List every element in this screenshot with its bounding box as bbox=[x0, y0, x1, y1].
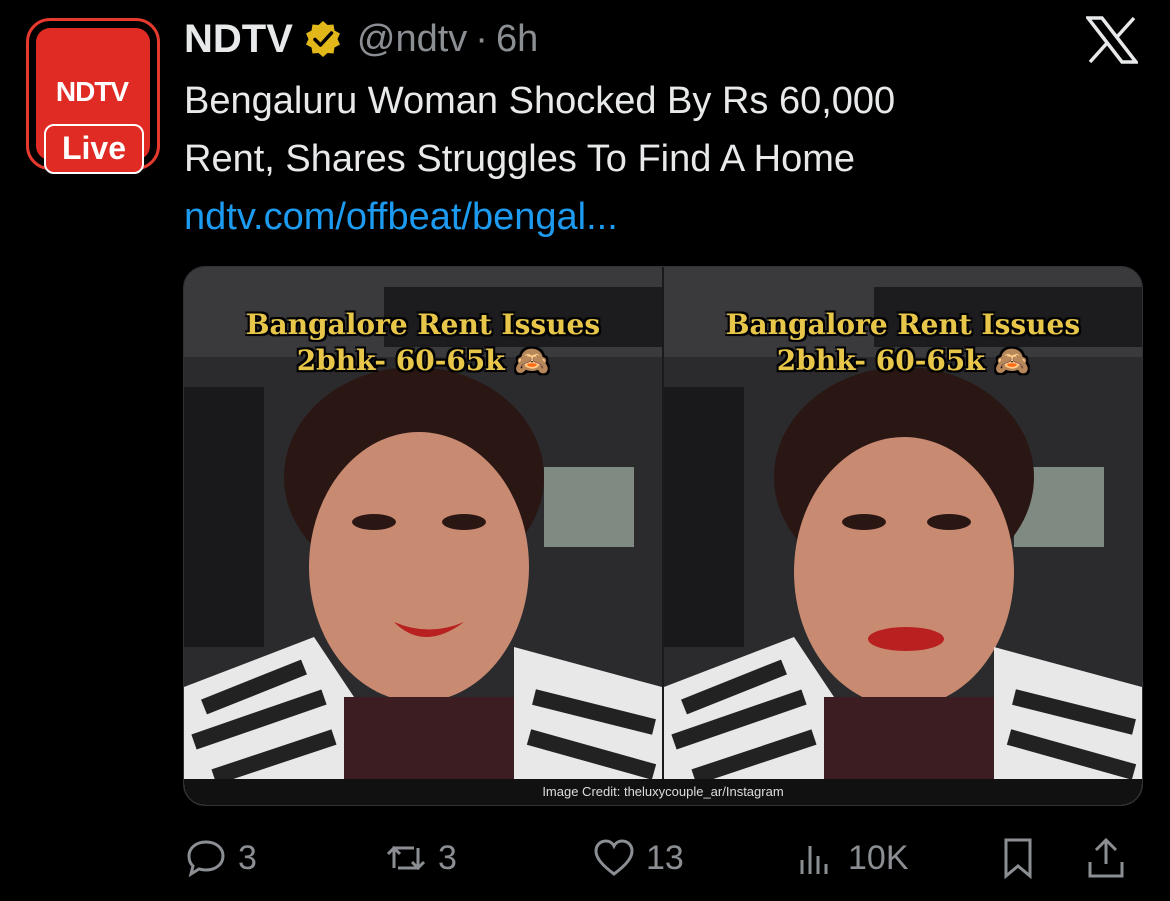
caption-right-line-2: 2bhk- 60-65k 🙈 bbox=[776, 344, 1030, 377]
tweet-text-line-2: Rent, Shares Struggles To Find A Home bbox=[184, 138, 855, 180]
tweet-time[interactable]: 6h bbox=[496, 18, 538, 61]
views-button[interactable]: 10K bbox=[794, 832, 909, 884]
caption-left-line-1: Bangalore Rent Issues bbox=[245, 308, 601, 341]
tweet-link[interactable]: ndtv.com/offbeat/bengal... bbox=[184, 188, 1084, 246]
caption-right-line-1: Bangalore Rent Issues bbox=[725, 308, 1081, 341]
bookmark-icon bbox=[1004, 838, 1032, 880]
reply-count: 3 bbox=[238, 838, 257, 877]
views-icon bbox=[800, 846, 828, 874]
verified-badge-icon bbox=[305, 21, 340, 57]
repost-count: 3 bbox=[438, 838, 457, 877]
image-credit: Image Credit: theluxycouple_ar/Instagram bbox=[184, 779, 1142, 805]
media-panel-left: Bangalore Rent Issues 2bhk- 60-65k 🙈 bbox=[184, 267, 662, 805]
repost-icon bbox=[386, 845, 426, 871]
tweet-text: Bengaluru Woman Shocked By Rs 60,000 Ren… bbox=[184, 72, 1084, 246]
avatar-live-badge: Live bbox=[44, 124, 144, 174]
tweet-header: NDTV @ndtv · 6h bbox=[184, 14, 538, 64]
action-bar: 3 3 13 10K bbox=[184, 832, 1144, 884]
tweet-media[interactable]: Bangalore Rent Issues 2bhk- 60-65k 🙈 Ban… bbox=[183, 266, 1143, 806]
share-icon bbox=[1088, 837, 1124, 878]
media-caption-right: Bangalore Rent Issues 2bhk- 60-65k 🙈 bbox=[664, 307, 1142, 379]
media-caption-left: Bangalore Rent Issues 2bhk- 60-65k 🙈 bbox=[184, 307, 662, 379]
media-panel-right: Bangalore Rent Issues 2bhk- 60-65k 🙈 bbox=[664, 267, 1142, 805]
author-handle[interactable]: @ndtv bbox=[357, 18, 467, 61]
author-name[interactable]: NDTV bbox=[184, 17, 293, 62]
x-logo-icon[interactable] bbox=[1086, 16, 1138, 64]
separator-dot: · bbox=[475, 17, 488, 60]
like-button[interactable]: 13 bbox=[592, 832, 684, 884]
reply-icon bbox=[187, 840, 225, 878]
caption-left-line-2: 2bhk- 60-65k 🙈 bbox=[296, 344, 550, 377]
share-button[interactable] bbox=[1084, 832, 1138, 884]
avatar-logo: NDTV bbox=[55, 76, 129, 107]
avatar[interactable]: NDTV Live bbox=[26, 18, 160, 174]
tweet-text-line-1: Bengaluru Woman Shocked By Rs 60,000 bbox=[184, 80, 896, 122]
repost-button[interactable]: 3 bbox=[384, 832, 457, 884]
reply-button[interactable]: 3 bbox=[184, 832, 257, 884]
bookmark-button[interactable] bbox=[996, 832, 1050, 884]
heart-icon bbox=[594, 839, 634, 876]
views-count: 10K bbox=[848, 838, 909, 877]
like-count: 13 bbox=[646, 838, 684, 877]
